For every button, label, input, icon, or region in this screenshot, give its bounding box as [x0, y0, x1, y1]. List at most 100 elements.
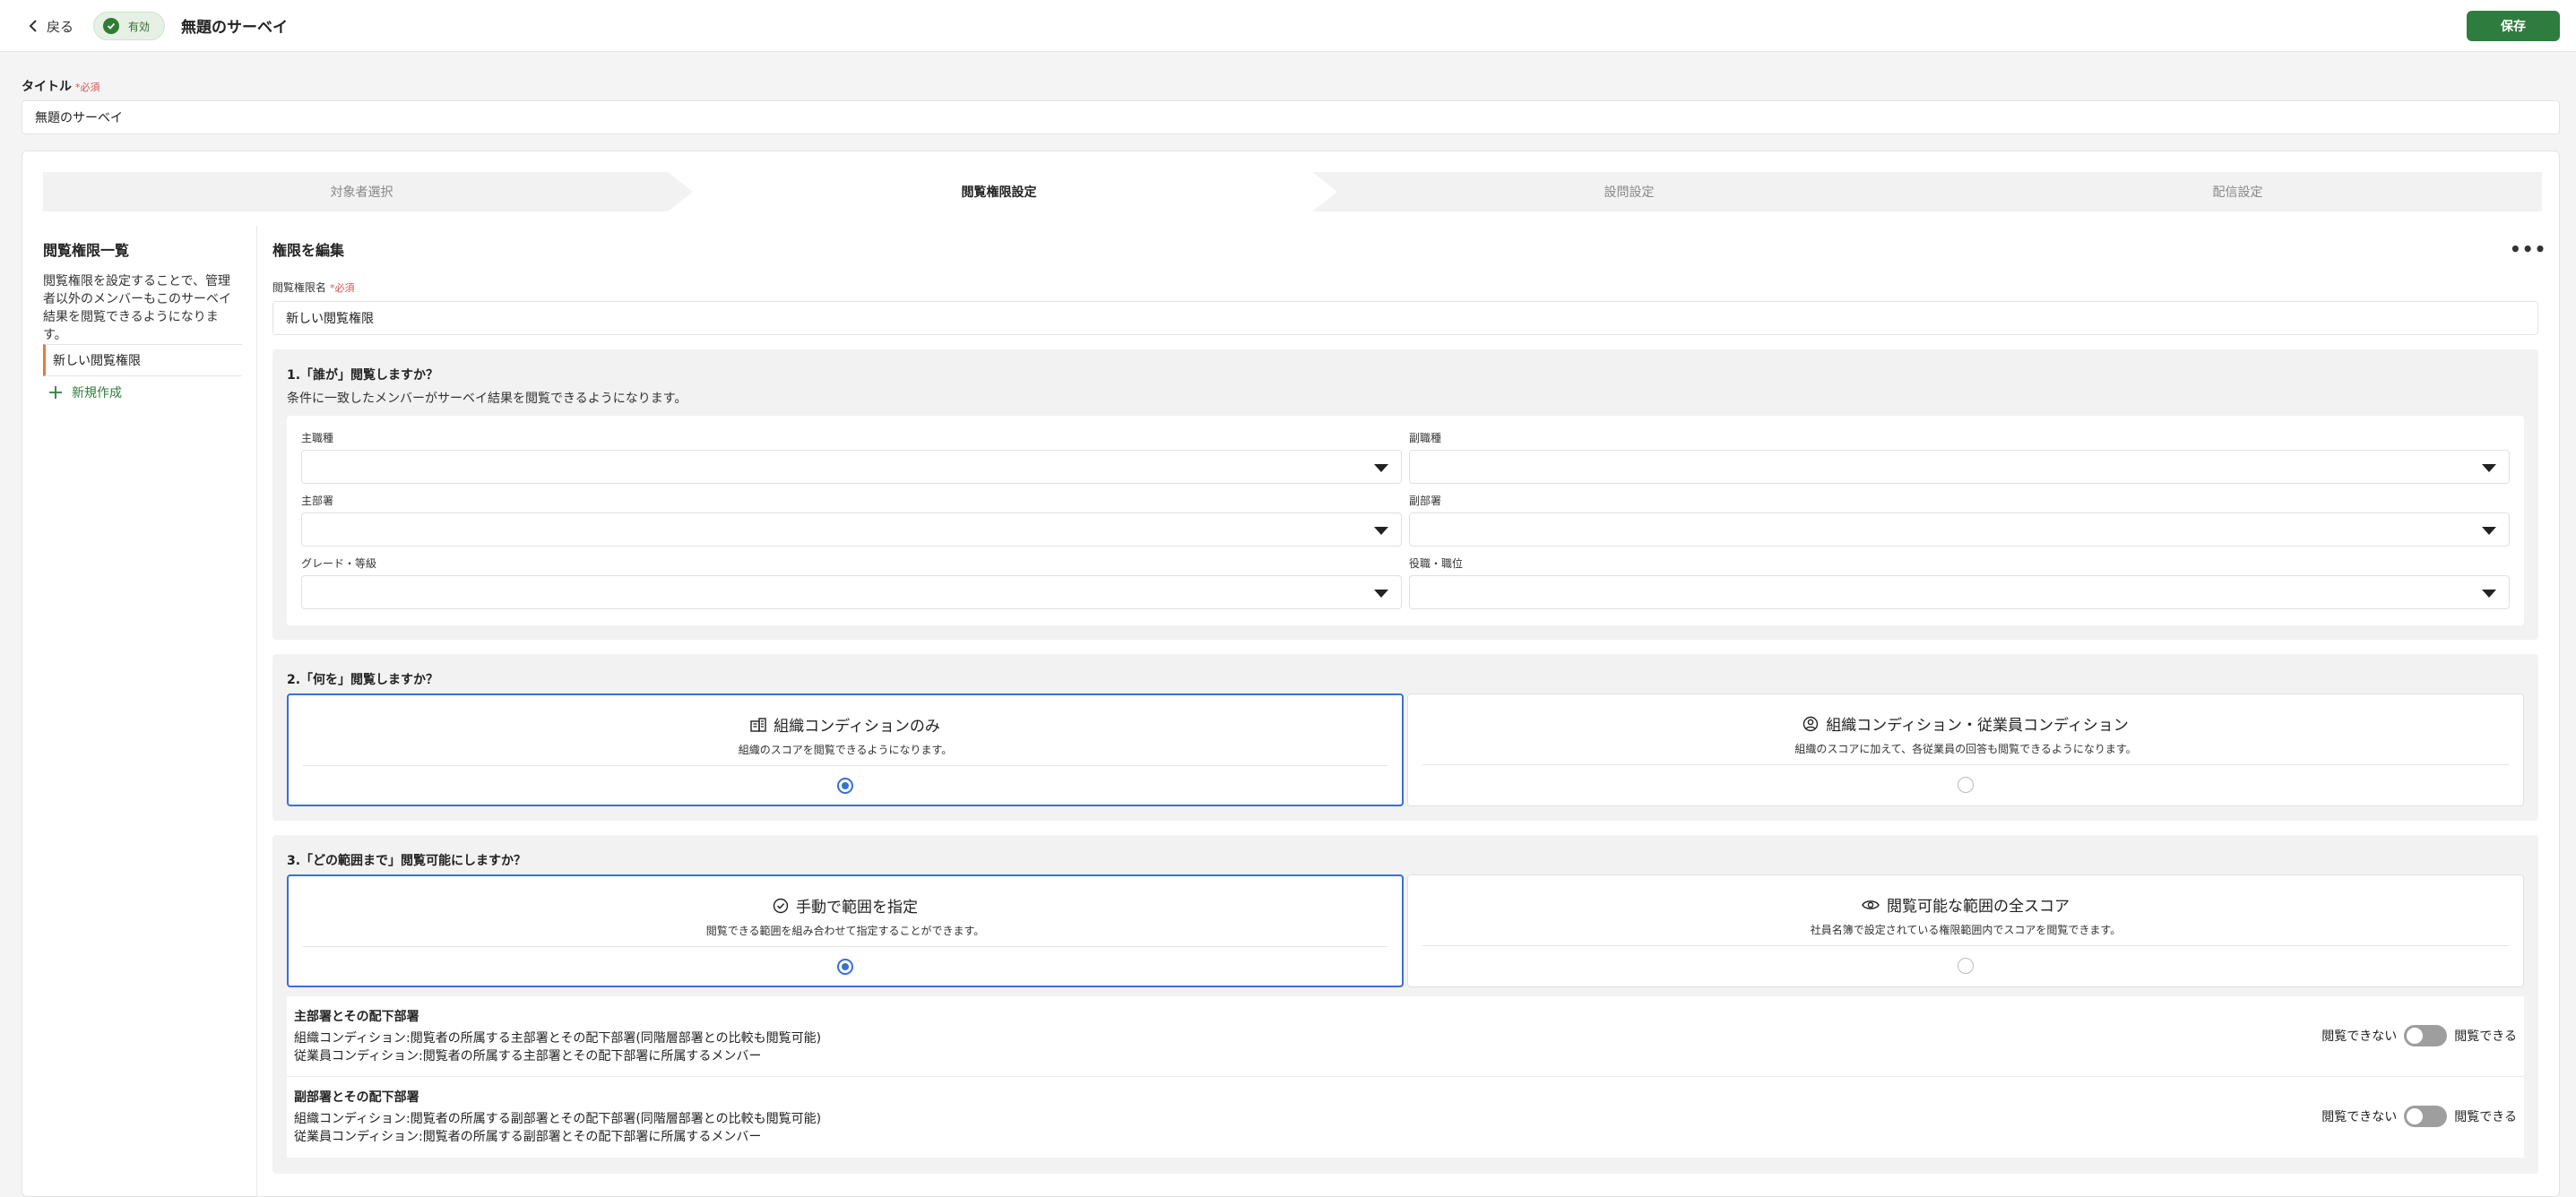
user-circle-icon [1802, 716, 1819, 731]
more-menu-icon[interactable]: ••• [2510, 240, 2546, 258]
toggle-on-label: 閲覧できる [2454, 1029, 2517, 1044]
option-description: 組織のスコアを閲覧できるようになります。 [738, 744, 953, 756]
scope-row-secondary-department: 副部署とその配下部署 組織コンディション:閲覧者の所属する副部署とその配下部署(… [287, 1077, 2524, 1158]
option-title: 組織コンディション・従業員コンディション [1826, 717, 2129, 735]
caret-down-icon [2482, 527, 2496, 535]
scope-title: 副部署とその配下部署 [294, 1090, 419, 1105]
scope-org-line: 組織コンディション:閲覧者の所属する副部署とその配下部署(同階層部署との比較も閲… [294, 1112, 822, 1126]
save-button[interactable]: 保存 [2467, 11, 2560, 41]
filter-label: 主部署 [301, 495, 334, 507]
who-section-title: 1.「誰が」閲覧しますか？ [287, 368, 439, 383]
permission-list-item[interactable]: 新しい閲覧権限 [43, 344, 242, 376]
status-badge: 有効 [93, 12, 166, 40]
toggle-off-label: 閲覧できない [2321, 1110, 2398, 1124]
option-heading: 閲覧可能な範囲の全スコア [1408, 893, 2523, 916]
who-section-description: 条件に一致したメンバーがサーベイ結果を閲覧できるようになります。 [287, 392, 687, 406]
secondary-department-select[interactable] [1409, 512, 2510, 547]
step-target-selection[interactable]: 対象者選択 [43, 172, 680, 211]
scope-toggle[interactable] [2404, 1025, 2448, 1046]
permission-name-label: 閲覧権限名 *必須 [272, 280, 355, 295]
permission-item-label: 新しい閲覧権限 [53, 354, 141, 368]
secondary-job-select[interactable] [1409, 450, 2510, 484]
grade-select[interactable] [301, 575, 1402, 609]
radio-button[interactable] [1958, 958, 1974, 974]
what-section: 2.「何を」閲覧しますか？ 組織コンディションのみ 組織のスコアを閲覧できるよう… [272, 654, 2538, 821]
permission-name-label-text: 閲覧権限名 [272, 281, 327, 294]
org-condition-only-option[interactable]: 組織コンディションのみ 組織のスコアを閲覧できるようになります。 [287, 693, 1404, 806]
filter-label: 役職・職位 [1409, 557, 1464, 570]
step-navigation: 対象者選択 閲覧権限設定 設問設定 配信設定 [43, 172, 2542, 211]
radio-button[interactable] [1958, 777, 1974, 793]
page-title: 無題のサーベイ [181, 19, 288, 37]
scope-toggle[interactable] [2404, 1106, 2448, 1127]
option-title: 閲覧可能な範囲の全スコア [1887, 898, 2070, 916]
back-button[interactable]: 戻る [29, 16, 73, 36]
option-description: 閲覧できる範囲を組み合わせて指定することができます。 [705, 925, 985, 937]
scope-org-line: 組織コンディション:閲覧者の所属する主部署とその配下部署(同階層部署との比較も閲… [294, 1031, 822, 1046]
caret-down-icon [2482, 464, 2496, 472]
step-question-settings[interactable]: 設問設定 [1325, 172, 1933, 211]
plus-icon [49, 386, 62, 399]
permission-list-title: 閲覧権限一覧 [43, 242, 130, 259]
scope-employee-line: 従業員コンディション:閲覧者の所属する主部署とその配下部署に所属するメンバー [294, 1049, 762, 1064]
title-label-text: タイトル [22, 80, 72, 94]
check-circle-icon [103, 18, 119, 34]
manual-range-option[interactable]: 手動で範囲を指定 閲覧できる範囲を組み合わせて指定することができます。 [287, 874, 1404, 987]
filter-panel: 主職種 副職種 主部署 副部署 グレード・等級 役職・職位 [287, 416, 2524, 625]
who-section: 1.「誰が」閲覧しますか？ 条件に一致したメンバーがサーベイ結果を閲覧できるよう… [272, 349, 2538, 640]
scope-toggle-group: 閲覧できない 閲覧できる [2321, 1106, 2517, 1127]
add-permission-button[interactable]: 新規作成 [48, 383, 122, 401]
building-icon [750, 717, 766, 732]
what-section-title: 2.「何を」閲覧しますか？ [287, 673, 439, 687]
position-select[interactable] [1409, 575, 2510, 609]
caret-down-icon [1374, 590, 1388, 598]
step-delivery-settings[interactable]: 配信設定 [1933, 172, 2542, 211]
caret-down-icon [2482, 590, 2496, 598]
eye-icon [1862, 900, 1880, 909]
option-title: 組織コンディションのみ [774, 718, 940, 736]
option-heading: 組織コンディション・従業員コンディション [1408, 712, 2523, 735]
option-title: 手動で範囲を指定 [796, 899, 918, 917]
caret-down-icon [1374, 527, 1388, 535]
scope-toggle-group: 閲覧できない 閲覧できる [2321, 1025, 2517, 1046]
scope-row-primary-department: 主部署とその配下部署 組織コンディション:閲覧者の所属する主部署とその配下部署(… [287, 996, 2524, 1077]
radio-button[interactable] [837, 959, 853, 975]
option-separator [303, 765, 1387, 766]
caret-down-icon [1374, 464, 1388, 472]
title-field-label: タイトル *必須 [22, 77, 100, 95]
required-marker: *必須 [75, 82, 100, 93]
title-input[interactable]: 無題のサーベイ [22, 100, 2560, 134]
range-section-title: 3.「どの範囲まで」閲覧可能にしますか？ [287, 854, 527, 868]
editor-title: 権限を編集 [272, 242, 345, 259]
check-circle-icon [773, 898, 789, 913]
option-separator [303, 946, 1387, 947]
filter-label: 副部署 [1409, 495, 1442, 507]
step-view-permission[interactable]: 閲覧権限設定 [680, 172, 1318, 211]
filter-label: グレード・等級 [301, 557, 377, 570]
back-label: 戻る [47, 18, 74, 35]
filter-label: 主職種 [301, 432, 334, 444]
option-description: 社員名簿で設定されている権限範囲内でスコアを閲覧できます。 [1810, 924, 2122, 936]
radio-button[interactable] [837, 778, 853, 794]
option-heading: 組織コンディションのみ [289, 713, 1402, 736]
org-and-employee-condition-option[interactable]: 組織コンディション・従業員コンディション 組織のスコアに加えて、各従業員の回答も… [1407, 693, 2524, 806]
permission-name-input[interactable]: 新しい閲覧権限 [272, 301, 2538, 335]
toggle-on-label: 閲覧できる [2454, 1110, 2517, 1124]
chevron-left-icon [29, 20, 37, 32]
permission-list-description: 閲覧権限を設定することで、管理者以外のメンバーもこのサーベイ結果を閲覧できるよう… [43, 274, 231, 342]
pane-divider [256, 226, 257, 1197]
primary-department-select[interactable] [301, 512, 1402, 547]
all-scores-option[interactable]: 閲覧可能な範囲の全スコア 社員名簿で設定されている権限範囲内でスコアを閲覧できま… [1407, 874, 2524, 987]
title-input-value: 無題のサーベイ [35, 111, 123, 125]
toggle-off-label: 閲覧できない [2321, 1029, 2398, 1044]
option-separator [1422, 764, 2509, 765]
top-bar: 戻る 有効 無題のサーベイ 保存 [0, 0, 2576, 52]
required-marker: *必須 [330, 282, 355, 294]
option-heading: 手動で範囲を指定 [289, 894, 1402, 917]
status-badge-label: 有効 [128, 20, 151, 33]
primary-job-select[interactable] [301, 450, 1402, 484]
option-separator [1422, 945, 2509, 946]
scope-employee-line: 従業員コンディション:閲覧者の所属する副部署とその配下部署に所属するメンバー [294, 1130, 762, 1144]
add-permission-label: 新規作成 [72, 386, 122, 400]
permission-name-value: 新しい閲覧権限 [286, 312, 374, 326]
